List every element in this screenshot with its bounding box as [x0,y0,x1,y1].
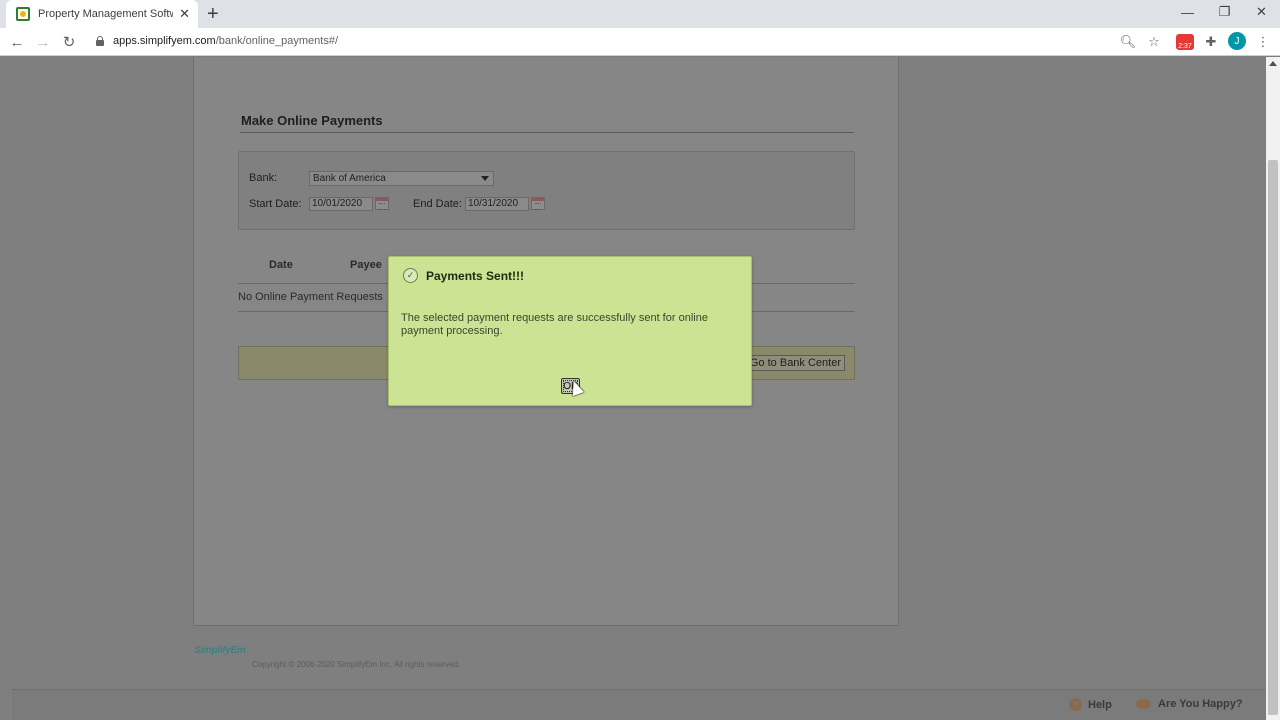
forward-icon[interactable]: → [33,32,53,52]
start-date-label: Start Date: [249,198,302,210]
end-calendar-icon[interactable] [531,197,545,210]
reload-icon[interactable]: ↻ [59,32,79,52]
dialog-title: Payments Sent!!! [426,269,525,283]
window-controls: — ❐ ✕ [1169,0,1280,28]
copyright-text: Copyright © 2006-2020 SimplifyEm Inc. Al… [252,660,461,669]
dialog-message: The selected payment requests are succes… [401,312,708,337]
payments-sent-dialog: ✓ Payments Sent!!! The selected payment … [388,256,752,406]
filter-panel: Bank: Bank of America Start Date: 10/01/… [238,151,855,230]
empty-table-message: No Online Payment Requests [238,291,383,303]
checkmark-circle-icon: ✓ [403,268,418,283]
page-scrollbar[interactable] [1266,57,1280,720]
chat-bubble-icon [1136,699,1151,709]
close-window-icon[interactable]: ✕ [1243,0,1280,24]
new-tab-icon[interactable]: + [207,4,219,24]
page-title: Make Online Payments [241,113,383,128]
go-to-bank-center-button[interactable]: Go to Bank Center [745,355,845,371]
help-label: Help [1088,698,1112,711]
simplifyem-logo[interactable]: SimplifyEm [194,645,246,656]
address-bar[interactable]: apps.simplifyem.com/bank/online_payments… [113,35,338,47]
are-you-happy-label: Are You Happy? [1158,698,1243,710]
bank-select-value: Bank of America [313,173,386,184]
help-button[interactable]: ? Help [1069,698,1112,711]
end-date-input[interactable]: 10/31/2020 [465,197,529,211]
column-header-date[interactable]: Date [269,259,293,271]
help-question-icon: ? [1069,698,1082,711]
url-path: /bank/online_payments#/ [215,35,339,47]
start-calendar-icon[interactable] [375,197,389,210]
start-date-input[interactable]: 10/01/2020 [309,197,373,211]
profile-avatar[interactable]: J [1228,32,1246,50]
end-date-label: End Date: [413,198,462,210]
extension-timer-icon[interactable]: 2:37 [1176,34,1194,50]
restore-icon[interactable]: ❐ [1206,0,1243,24]
zoom-icon[interactable]: 🔍︎ [1119,33,1137,51]
bookmark-star-icon[interactable]: ☆ [1145,33,1163,51]
tab-close-icon[interactable]: ✕ [179,6,190,22]
minimize-icon[interactable]: — [1169,0,1206,24]
help-bar: ? Help Are You Happy? [12,689,1266,720]
browser-toolbar: ← → ↻ apps.simplifyem.com/bank/online_pa… [0,28,1280,56]
browser-tab[interactable]: Property Management Software ✕ [6,0,198,28]
heading-divider [240,132,854,133]
back-icon[interactable]: ← [7,32,27,52]
menu-kebab-icon[interactable]: ⋮ [1254,33,1272,51]
browser-tab-bar: Property Management Software ✕ + — ❐ ✕ [0,0,1280,28]
extensions-puzzle-icon[interactable]: ✚ [1202,33,1220,51]
are-you-happy-button[interactable]: Are You Happy? [1136,698,1243,710]
column-header-payee[interactable]: Payee [350,259,382,271]
url-host: apps.simplifyem.com [113,35,216,47]
site-favicon-icon [16,7,30,21]
scrollbar-thumb[interactable] [1268,160,1278,715]
scroll-up-arrow-icon[interactable] [1269,61,1277,66]
bank-select[interactable]: Bank of America [309,171,494,186]
bank-label: Bank: [249,172,278,184]
chevron-down-icon [481,176,489,181]
lock-icon [96,36,104,46]
page-viewport: Make Online Payments Bank: Bank of Ameri… [0,57,1266,720]
tab-title: Property Management Software [38,8,173,20]
